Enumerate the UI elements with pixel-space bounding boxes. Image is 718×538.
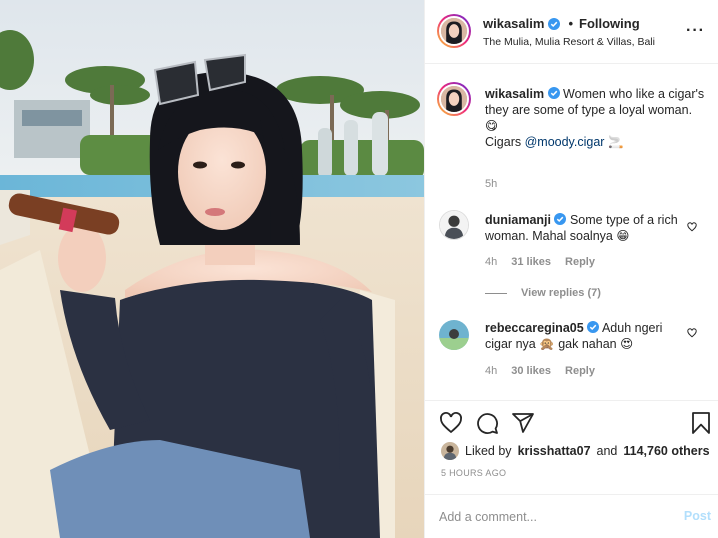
liker-avatar[interactable]: [441, 442, 459, 460]
bookmark-icon[interactable]: [689, 411, 713, 435]
view-replies-button[interactable]: View replies (7): [485, 287, 601, 299]
caption: wikasalim Women who like a cigar's they …: [485, 86, 707, 150]
verified-icon: [554, 213, 567, 225]
comment-meta: 4h 31 likes Reply: [485, 256, 595, 268]
comment-username[interactable]: rebeccaregina05: [485, 321, 584, 335]
caption-mention-prefix: Cigars: [485, 135, 525, 149]
comment-likes[interactable]: 31 likes: [511, 256, 551, 268]
comment-likes[interactable]: 30 likes: [511, 365, 551, 377]
more-options-icon[interactable]: ···: [686, 23, 705, 39]
post-timestamp[interactable]: 5 HOURS AGO: [441, 468, 506, 478]
post-panel: wikasalim • Following The Mulia, Mulia R…: [424, 0, 718, 538]
verified-icon: [587, 321, 600, 333]
cigar-emoji: 🚬: [607, 135, 624, 149]
separator-dot: •: [568, 16, 573, 31]
liked-by-user[interactable]: krisshatta07: [518, 444, 591, 458]
header-username[interactable]: wikasalim: [483, 16, 544, 31]
heart-icon[interactable]: [439, 411, 463, 435]
verified-icon: [548, 17, 561, 30]
post-photo[interactable]: [0, 0, 424, 538]
reply-button[interactable]: Reply: [565, 365, 595, 377]
caption-meta: 5h: [485, 178, 497, 190]
comment-1: duniamanji Some type of a rich woman. Ma…: [485, 212, 685, 244]
comment-avatar[interactable]: [439, 320, 469, 350]
comment-2: rebeccaregina05 Aduh ngeri cigar nya 🙊 g…: [485, 320, 685, 352]
comments-section: wikasalim Women who like a cigar's they …: [425, 64, 718, 400]
comment-like-icon[interactable]: [687, 328, 697, 338]
replies-divider: [485, 292, 507, 294]
caption-mention-line: Cigars @moody.cigar 🚬: [485, 134, 707, 150]
post-image: [0, 0, 424, 538]
caption-avatar[interactable]: [437, 82, 471, 116]
avatar[interactable]: [437, 14, 471, 48]
comment-like-icon[interactable]: [687, 222, 697, 232]
liked-by-prefix: Liked by: [465, 444, 512, 458]
reply-button[interactable]: Reply: [565, 256, 595, 268]
post-header: wikasalim • Following The Mulia, Mulia R…: [425, 0, 718, 64]
comment-time[interactable]: 4h: [485, 365, 497, 377]
caption-username[interactable]: wikasalim: [485, 87, 544, 101]
comment-time[interactable]: 4h: [485, 256, 497, 268]
caption-emoji: 😋: [485, 119, 499, 133]
comment-meta: 4h 30 likes Reply: [485, 365, 595, 377]
send-icon[interactable]: [511, 411, 535, 435]
header-username-row: wikasalim • Following: [483, 16, 640, 31]
add-comment-input[interactable]: [439, 507, 659, 527]
following-button[interactable]: Following: [579, 16, 640, 31]
post-button[interactable]: Post: [684, 509, 711, 523]
mention-link[interactable]: @moody.cigar: [525, 135, 605, 149]
comment-icon[interactable]: [475, 411, 499, 435]
comment-avatar[interactable]: [439, 210, 469, 240]
add-comment-bar: Post: [425, 494, 718, 538]
location-link[interactable]: The Mulia, Mulia Resort & Villas, Bali: [483, 36, 655, 48]
liked-by-others[interactable]: 114,760 others: [623, 444, 709, 458]
view-replies-label: View replies (7): [521, 287, 601, 299]
liked-by: Liked by krisshatta07 and 114,760 others: [441, 442, 710, 460]
caption-time[interactable]: 5h: [485, 178, 497, 190]
verified-icon: [547, 87, 560, 99]
comment-username[interactable]: duniamanji: [485, 213, 551, 227]
liked-by-and: and: [596, 444, 618, 458]
